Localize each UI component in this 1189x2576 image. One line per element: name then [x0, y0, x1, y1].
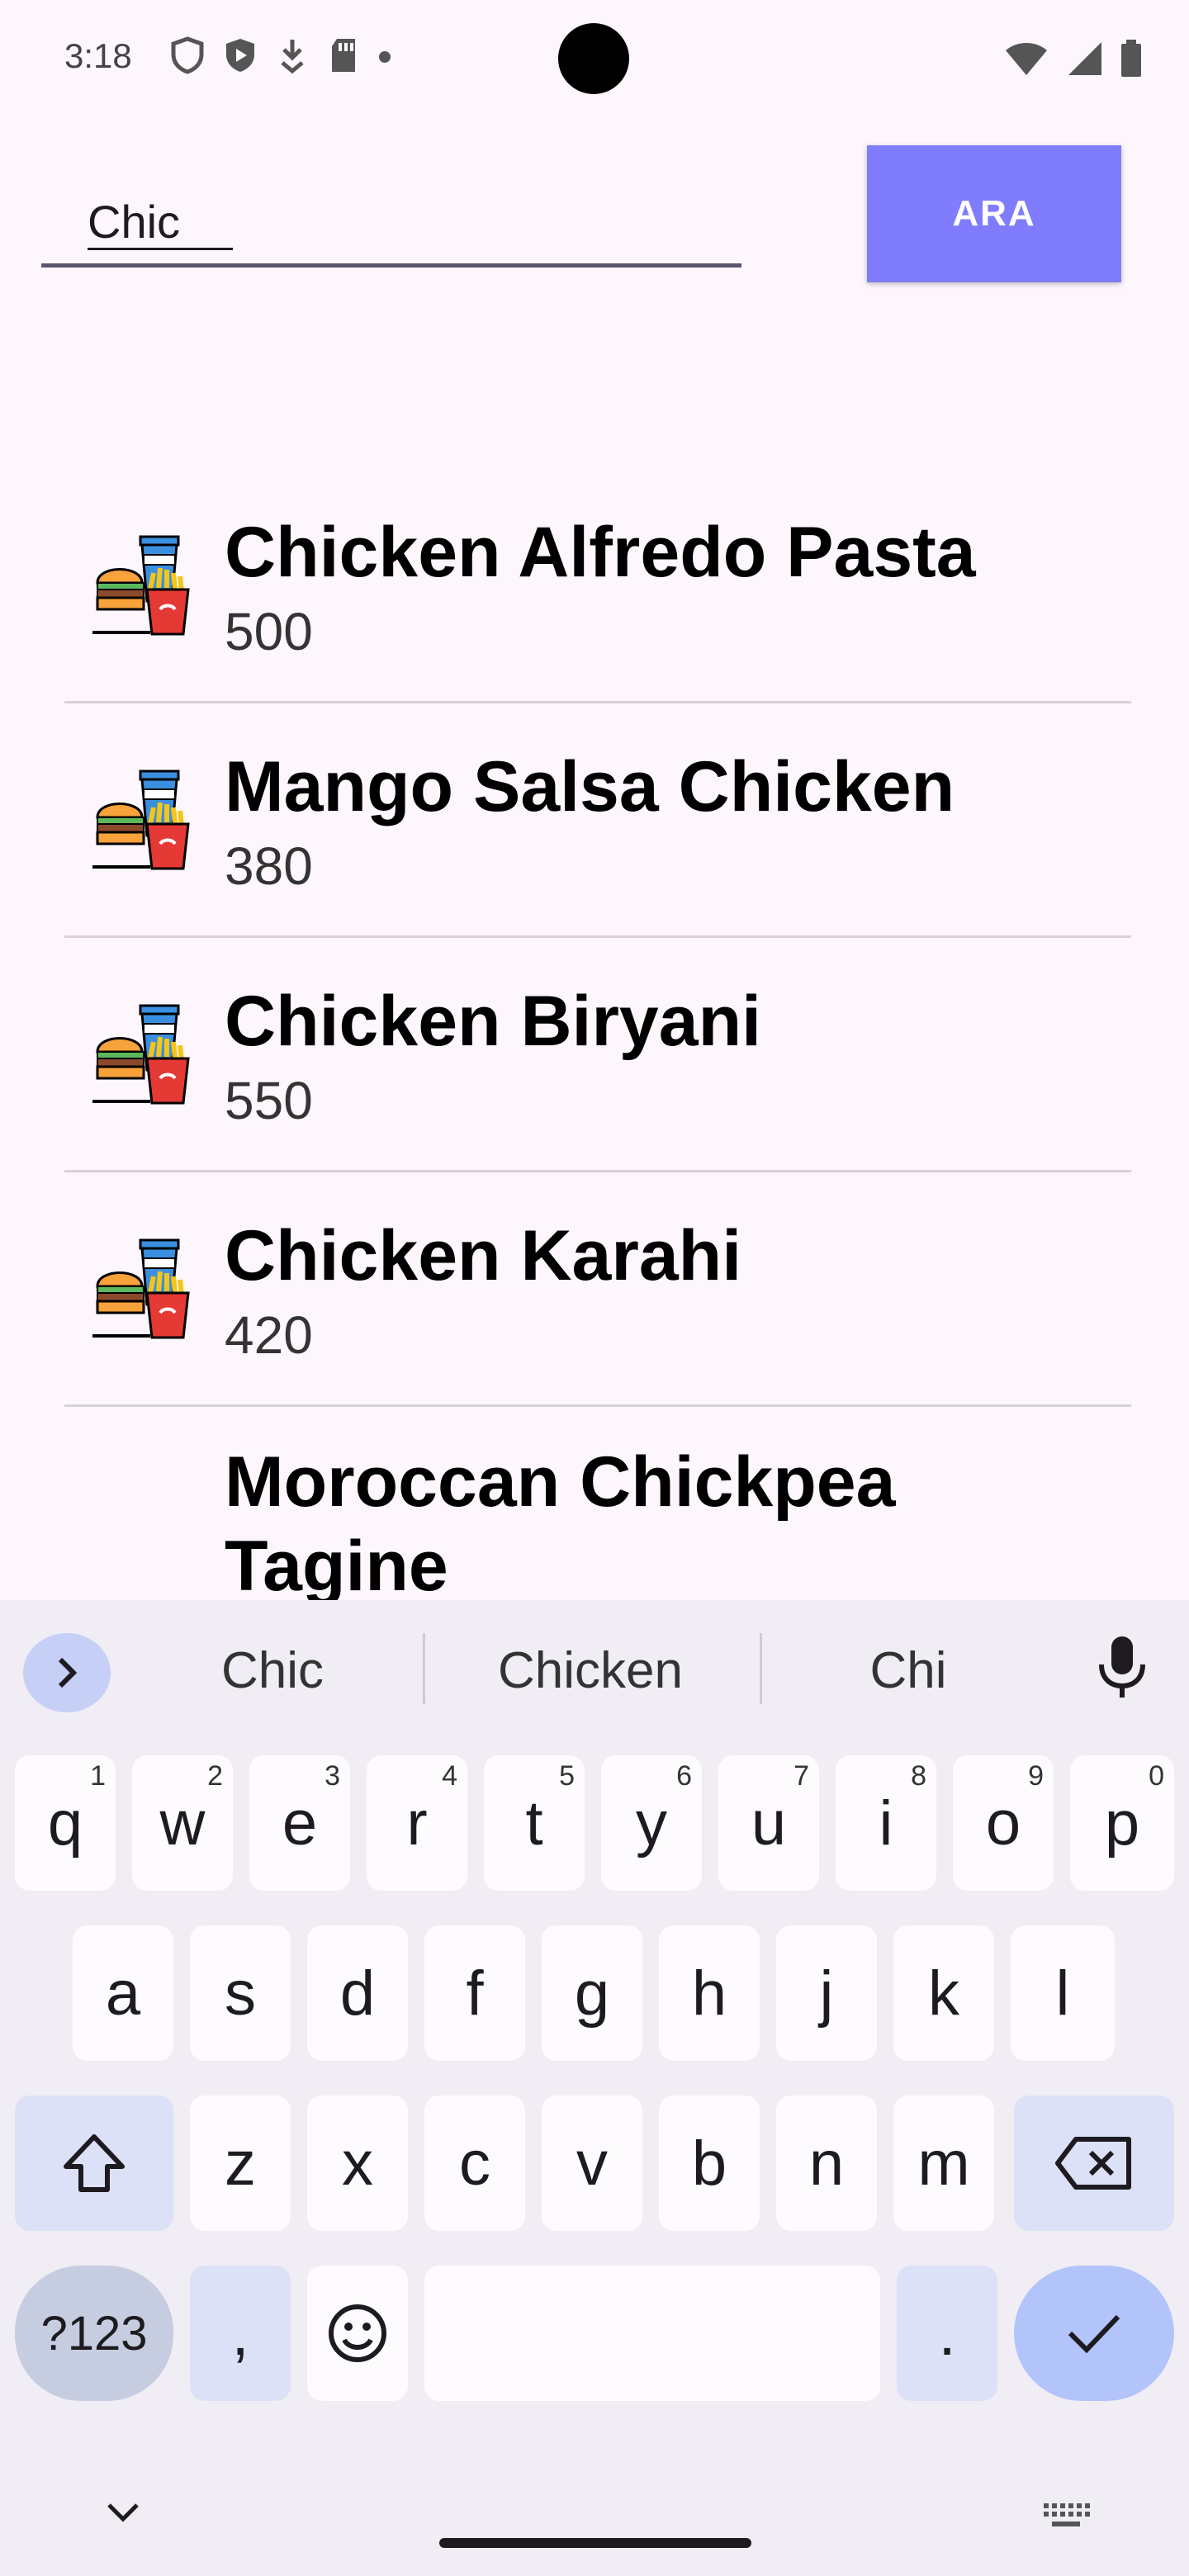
composing-underline — [88, 248, 233, 250]
status-time: 3:18 — [64, 36, 132, 75]
backspace-icon — [1055, 2137, 1131, 2190]
key-q[interactable]: q1 — [15, 1755, 116, 1891]
backspace-key[interactable] — [1014, 2095, 1174, 2231]
key-n[interactable]: n — [776, 2095, 877, 2231]
key-x[interactable]: x — [307, 2095, 408, 2231]
period-key[interactable]: . — [897, 2266, 997, 2401]
camera-cutout — [558, 23, 629, 94]
shield-play-icon — [226, 39, 254, 72]
key-g[interactable]: g — [542, 1925, 642, 2061]
chevron-right-icon — [58, 1657, 78, 1688]
fast-food-icon — [92, 535, 190, 636]
symbols-key[interactable]: ?123 — [15, 2266, 173, 2401]
key-p[interactable]: p0 — [1070, 1755, 1174, 1891]
suggestion-3[interactable]: Chi — [793, 1641, 1024, 1700]
list-item[interactable]: Mango Salsa Chicken 380 — [64, 703, 1131, 938]
chevron-down-icon[interactable] — [104, 2500, 142, 2525]
shift-icon — [64, 2134, 125, 2192]
key-c[interactable]: c — [424, 2095, 525, 2231]
search-field[interactable] — [41, 180, 741, 268]
comma-key[interactable]: , — [190, 2266, 291, 2401]
suggestion-divider — [760, 1633, 762, 1704]
space-key[interactable] — [424, 2266, 880, 2401]
suggestion-2[interactable]: Chicken — [462, 1641, 718, 1700]
key-e[interactable]: e3 — [249, 1755, 350, 1891]
key-m[interactable]: m — [893, 2095, 994, 2231]
food-calories: 380 — [225, 836, 313, 896]
sd-card-icon — [332, 39, 355, 72]
soft-keyboard: Chic Chicken Chi q1 w2 e3 r4 t5 y6 u7 i8… — [0, 1600, 1189, 2576]
search-input[interactable] — [41, 180, 741, 263]
expand-toolbar-button[interactable] — [23, 1633, 111, 1712]
home-indicator[interactable] — [439, 2538, 751, 2548]
list-item[interactable]: Chicken Biryani 550 — [64, 938, 1131, 1172]
enter-key[interactable] — [1014, 2266, 1174, 2401]
suggestion-divider — [423, 1633, 425, 1704]
key-a[interactable]: a — [73, 1925, 173, 2061]
food-calories: 420 — [225, 1305, 313, 1365]
key-i[interactable]: i8 — [836, 1755, 936, 1891]
food-calories: 550 — [225, 1071, 313, 1130]
system-icons — [1004, 40, 1143, 78]
food-list[interactable]: Chicken Alfredo Pasta 500 Mango Salsa Ch… — [64, 469, 1131, 1600]
fast-food-icon — [92, 769, 190, 870]
key-r[interactable]: r4 — [367, 1755, 467, 1891]
suggestion-1[interactable]: Chic — [157, 1641, 388, 1700]
key-v[interactable]: v — [542, 2095, 642, 2231]
notification-icons — [170, 36, 391, 74]
shield-outline-icon — [171, 36, 204, 74]
food-name: Chicken Biryani — [225, 982, 761, 1061]
search-button[interactable]: ARA — [867, 145, 1121, 282]
key-j[interactable]: j — [776, 1925, 877, 2061]
emoji-key[interactable] — [307, 2266, 408, 2401]
food-name: Chicken Alfredo Pasta — [225, 513, 976, 592]
key-h[interactable]: h — [659, 1925, 760, 2061]
key-z[interactable]: z — [190, 2095, 291, 2231]
dot-icon — [379, 51, 391, 63]
key-o[interactable]: o9 — [953, 1755, 1054, 1891]
wifi-icon — [1006, 43, 1047, 75]
microphone-icon[interactable] — [1095, 1635, 1149, 1701]
shift-key[interactable] — [15, 2095, 173, 2231]
status-bar: 3:18 — [0, 0, 1189, 116]
key-k[interactable]: k — [893, 1925, 994, 2061]
download-icon — [281, 40, 304, 74]
fast-food-icon — [92, 1004, 190, 1105]
cell-signal-icon — [1068, 42, 1101, 75]
keyboard-switch-icon[interactable] — [1042, 2500, 1090, 2530]
checkmark-icon — [1068, 2314, 1120, 2354]
key-u[interactable]: u7 — [718, 1755, 819, 1891]
key-d[interactable]: d — [307, 1925, 408, 2061]
food-name: Moroccan Chickpea Tagine — [225, 1442, 896, 1600]
key-t[interactable]: t5 — [484, 1755, 585, 1891]
food-name: Chicken Karahi — [225, 1216, 742, 1295]
food-name: Mango Salsa Chicken — [225, 747, 955, 826]
key-y[interactable]: y6 — [601, 1755, 702, 1891]
food-calories: 500 — [225, 602, 313, 661]
emoji-icon — [329, 2304, 386, 2362]
key-w[interactable]: w2 — [132, 1755, 233, 1891]
key-f[interactable]: f — [424, 1925, 525, 2061]
key-s[interactable]: s — [190, 1925, 291, 2061]
battery-icon — [1121, 40, 1141, 77]
list-item[interactable]: Chicken Karahi 420 — [64, 1172, 1131, 1407]
key-b[interactable]: b — [659, 2095, 760, 2231]
key-l[interactable]: l — [1011, 1925, 1115, 2061]
list-item[interactable]: Moroccan Chickpea Tagine — [64, 1407, 1131, 1600]
list-item[interactable]: Chicken Alfredo Pasta 500 — [64, 469, 1131, 703]
fast-food-icon — [92, 1238, 190, 1339]
